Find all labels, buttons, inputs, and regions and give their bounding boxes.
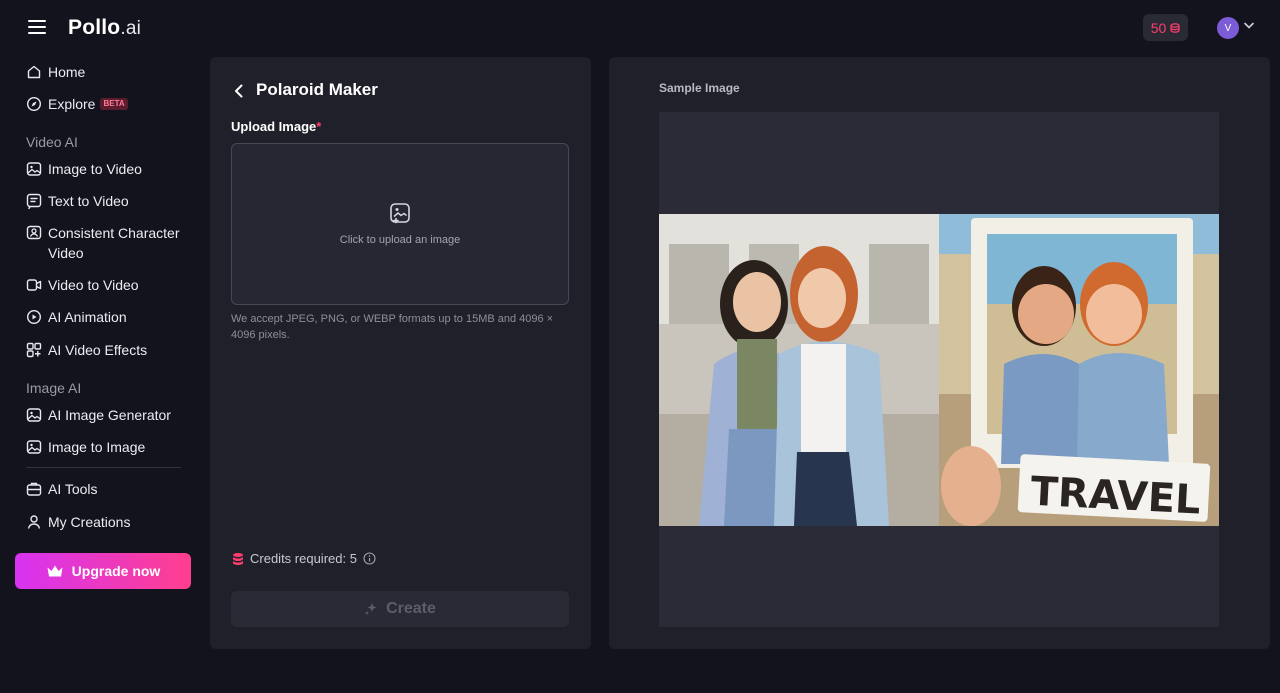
sidebar-item-ai-image-generator[interactable]: AI Image Generator	[26, 405, 171, 425]
sidebar-item-video-to-video[interactable]: Video to Video	[26, 275, 139, 295]
tool-panel: Polaroid Maker Upload Image* Click to up…	[210, 57, 591, 649]
credits-balance[interactable]: 50	[1143, 14, 1188, 41]
menu-icon[interactable]	[28, 20, 46, 34]
sidebar-item-consistent-character-video[interactable]: Consistent Character Video	[26, 223, 188, 263]
top-bar: Pollo.ai 50 V	[0, 0, 1280, 56]
sample-image-frame: TRAVEL	[659, 112, 1219, 627]
logo[interactable]: Pollo.ai	[68, 16, 141, 40]
sidebar-item-label: AI Animation	[48, 309, 127, 325]
coin-stack-icon	[1170, 22, 1180, 33]
crown-icon	[47, 565, 63, 577]
sidebar: Home Explore BETA Video AI Image to Video…	[0, 56, 200, 693]
sidebar-item-label: Video to Video	[48, 277, 139, 293]
back-arrow-icon[interactable]	[234, 84, 244, 98]
sidebar-item-label: AI Video Effects	[48, 342, 148, 358]
info-icon[interactable]	[363, 552, 376, 565]
beta-badge: BETA	[100, 98, 128, 110]
upload-image-icon	[390, 203, 410, 224]
create-button[interactable]: Create	[231, 591, 569, 627]
sidebar-item-ai-video-effects[interactable]: AI Video Effects	[26, 340, 147, 360]
compass-icon	[26, 96, 42, 112]
sidebar-item-label: Consistent Character Video	[48, 225, 180, 261]
home-icon	[27, 65, 41, 79]
sidebar-item-my-creations[interactable]: My Creations	[26, 512, 130, 532]
sidebar-item-label: Home	[48, 64, 86, 80]
sidebar-item-ai-animation[interactable]: AI Animation	[26, 307, 127, 327]
upload-label: Upload Image*	[231, 119, 321, 134]
sidebar-item-label: AI Tools	[48, 481, 98, 497]
image-upload-dropzone[interactable]: Click to upload an image	[231, 143, 569, 305]
sidebar-item-label: Explore	[48, 96, 96, 112]
sample-panel: Sample Image TRAVEL	[609, 57, 1270, 649]
image-image-icon	[26, 440, 42, 454]
sidebar-item-label: Image to Image	[48, 439, 146, 455]
create-label: Create	[386, 600, 436, 617]
sidebar-item-label: Text to Video	[48, 193, 129, 209]
sidebar-item-label: AI Image Generator	[48, 407, 171, 423]
image-video-icon	[26, 162, 42, 176]
creations-icon	[27, 515, 41, 529]
sidebar-item-ai-tools[interactable]: AI Tools	[26, 479, 98, 499]
section-label-video-ai: Video AI	[26, 134, 78, 150]
sidebar-divider	[26, 467, 181, 468]
page-title: Polaroid Maker	[256, 80, 378, 99]
logo-suffix: .ai	[120, 18, 142, 39]
sidebar-item-text-to-video[interactable]: Text to Video	[26, 191, 129, 211]
upgrade-label: Upgrade now	[71, 563, 161, 579]
image-gen-icon	[26, 408, 42, 422]
coin-stack-icon	[233, 553, 243, 565]
sample-overlay-text: TRAVEL	[1029, 469, 1201, 524]
animation-icon	[26, 309, 42, 325]
section-label-image-ai: Image AI	[26, 380, 82, 396]
effects-icon	[26, 342, 42, 358]
upgrade-button[interactable]: Upgrade now	[15, 553, 191, 589]
required-mark: *	[316, 119, 322, 134]
credits-required-text: Credits required: 5	[250, 551, 357, 566]
sidebar-item-label: My Creations	[48, 514, 131, 530]
sidebar-item-image-to-image[interactable]: Image to Image	[26, 437, 145, 457]
text-video-icon	[26, 193, 42, 209]
sidebar-item-explore[interactable]: Explore BETA	[26, 94, 128, 114]
sample-title: Sample Image	[659, 81, 740, 95]
sidebar-item-home[interactable]: Home	[26, 62, 85, 82]
credits-required: Credits required: 5	[232, 551, 376, 566]
character-icon	[26, 225, 42, 240]
tools-icon	[26, 482, 42, 496]
credits-count: 50	[1150, 19, 1167, 36]
logo-main: Pollo	[68, 16, 121, 39]
avatar[interactable]: V	[1217, 17, 1239, 39]
sparkle-icon	[365, 603, 377, 615]
upload-label-text: Upload Image	[231, 119, 317, 134]
sidebar-item-label: Image to Video	[48, 161, 142, 177]
sidebar-item-image-to-video[interactable]: Image to Video	[26, 159, 142, 179]
sample-image: TRAVEL	[659, 214, 1219, 526]
formats-note: We accept JPEG, PNG, or WEBP formats up …	[231, 313, 554, 341]
chevron-down-icon[interactable]	[1244, 22, 1254, 29]
upload-hint: Click to upload an image	[339, 234, 461, 246]
video-video-icon	[26, 279, 42, 291]
